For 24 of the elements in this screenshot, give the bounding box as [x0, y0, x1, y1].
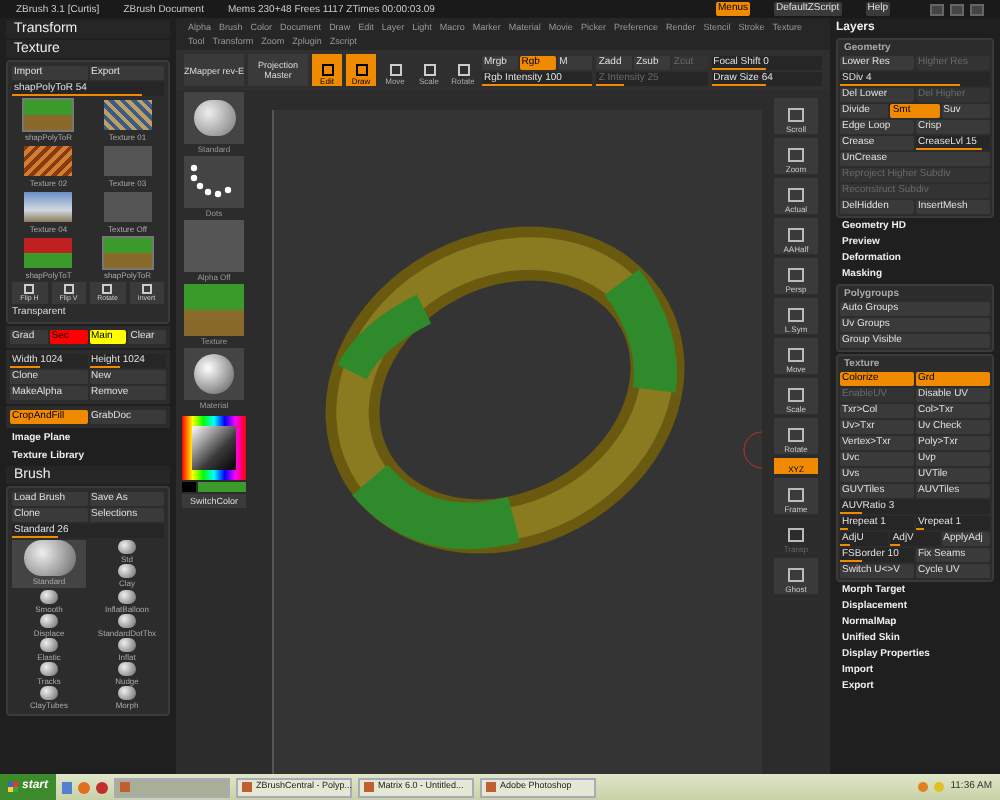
taskbar-button[interactable]: [114, 777, 231, 797]
pattern-texture-thumbnail: [103, 100, 152, 130]
main-color-icon[interactable]: [198, 482, 246, 492]
canvas[interactable]: [272, 110, 762, 774]
windows-logo-icon: [8, 782, 18, 792]
color-picker[interactable]: [182, 416, 246, 480]
blank-thumbnail: [103, 192, 152, 222]
brush-icon[interactable]: [23, 540, 75, 576]
blank-thumbnail: [103, 146, 152, 176]
texture-slot[interactable]: [101, 98, 154, 132]
blank-thumbnail: [184, 220, 244, 272]
texture-slot[interactable]: [22, 190, 75, 224]
grass-texture-thumbnail: [103, 238, 152, 268]
dots-stroke-thumbnail: [184, 156, 244, 208]
grass-texture-thumbnail: [184, 284, 244, 336]
sky-texture-thumbnail: [24, 192, 73, 222]
texture-slot[interactable]: [22, 144, 75, 178]
striped-texture-thumbnail: [24, 238, 73, 268]
brush-thumbnail: [184, 92, 244, 144]
secondary-color-icon[interactable]: [182, 482, 196, 492]
texture-slot[interactable]: [22, 236, 75, 270]
rust-texture-thumbnail: [24, 146, 73, 176]
sphere-thumbnail: [184, 348, 244, 400]
grass-texture-thumbnail: [24, 100, 73, 130]
